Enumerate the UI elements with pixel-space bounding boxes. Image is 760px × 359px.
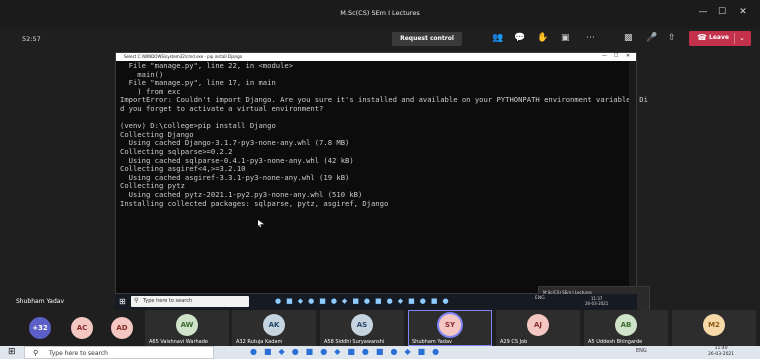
maximize-button[interactable]: ☐: [713, 7, 731, 17]
participant-tile[interactable]: AB A5 Uddesh Bhingarde: [584, 310, 668, 346]
chat-icon[interactable]: 💬: [514, 33, 525, 43]
shared-clock: 11:37 26-03-2021: [585, 296, 608, 306]
avatar[interactable]: +32: [29, 317, 51, 339]
mic-off-icon[interactable]: 🎤: [646, 33, 657, 43]
people-icon[interactable]: 👥: [492, 33, 503, 43]
shared-tray-language: ENG: [535, 296, 545, 301]
participant-tile[interactable]: AJ A29 CS Job: [496, 310, 580, 346]
avatar[interactable]: AD: [111, 317, 133, 339]
request-control-button[interactable]: Request control: [392, 32, 462, 46]
participant-tile[interactable]: M2: [672, 310, 756, 346]
participant-tile[interactable]: AS A58 Siddhi Suryawanshi: [320, 310, 404, 346]
participant-tile[interactable]: AK A32 Rutuja Kadam: [232, 310, 316, 346]
meeting-toolbar: 52:57 Request control 👥 💬 ✋ ▣ ⋯ ▩ 🎤 ⇧ ☎ …: [0, 28, 760, 52]
cmd-close-icon[interactable]: ✕: [626, 53, 630, 59]
phone-icon: ☎: [697, 33, 707, 42]
cmd-output: File "manage.py", line 22, in <module> m…: [120, 61, 648, 208]
host-search-box[interactable]: ⚲ Type here to search: [24, 346, 214, 359]
cmd-line: Using cached asgiref-3.3.1-py3-none-any.…: [120, 172, 350, 182]
cmd-line: File "manage.py", line 22, in <module>: [120, 61, 294, 70]
close-button[interactable]: ✕: [734, 7, 752, 17]
shared-search-box[interactable]: ⚲ Type here to search: [131, 296, 249, 307]
host-app-icons[interactable]: ●■◆●■●◆■●■●◆■●: [250, 347, 446, 356]
host-clock: 11:40 26-03-2021: [708, 346, 734, 358]
cmd-titlebar: Select C:\WINDOWS\system32\cmd.exe - pip…: [116, 53, 636, 61]
cmd-line: File "manage.py", line 17, in main: [120, 78, 276, 88]
avatar: AB: [615, 314, 637, 336]
share-icon[interactable]: ⇧: [668, 33, 676, 43]
presenter-name: Shubham Yadav: [16, 298, 65, 305]
participant-name: A65 Vaishnavi Warhade: [149, 339, 208, 345]
search-icon: ⚲: [134, 297, 139, 304]
avatar: SY: [439, 314, 461, 336]
avatar: AS: [351, 314, 373, 336]
cmd-maximize-icon[interactable]: ☐: [614, 53, 618, 59]
participant-name: A29 CS Job: [500, 339, 528, 345]
leave-button[interactable]: ☎ Leave ⌄: [689, 31, 751, 46]
windows-start-icon[interactable]: ⊞: [8, 347, 16, 357]
participant-tile[interactable]: SY Shubham Yadav: [408, 310, 492, 346]
participant-gallery: +32 AC AD AW A65 Vaishnavi Warhade AK A32 Rutu…: [0, 310, 760, 346]
minimize-button[interactable]: —: [694, 7, 712, 17]
window-titlebar: M.Sc(CS) SEm I Lectures — ☐ ✕: [0, 0, 760, 28]
host-tray-language: ENG: [636, 348, 647, 354]
participant-name: A5 Uddesh Bhingarde: [588, 339, 643, 345]
shared-taskbar: ⊞ ⚲ Type here to search ●■◆●■●◆■●■●◆■●■●…: [115, 294, 637, 310]
cmd-title: Select C:\WINDOWS\system32\cmd.exe - pip…: [124, 54, 243, 59]
camera-off-icon[interactable]: ▩: [624, 33, 633, 43]
divider: [734, 33, 735, 44]
avatar: AJ: [527, 314, 549, 336]
rooms-icon[interactable]: ▣: [561, 33, 570, 43]
shared-search-placeholder: Type here to search: [143, 298, 193, 304]
cmd-minimize-icon[interactable]: —: [602, 53, 607, 59]
cmd-scrollbar[interactable]: [629, 61, 636, 293]
avatar: AW: [176, 314, 198, 336]
more-icon[interactable]: ⋯: [586, 33, 595, 43]
chevron-down-icon[interactable]: ⌄: [739, 34, 745, 42]
avatar: M2: [703, 314, 725, 336]
shared-screen: Select C:\WINDOWS\system32\cmd.exe - pip…: [0, 52, 760, 338]
windows-start-icon[interactable]: ⊞: [119, 297, 126, 306]
search-icon: ⚲: [33, 349, 39, 357]
cmd-line: (venv) D:\college>pip install Django: [120, 121, 276, 131]
participant-name: A32 Rutuja Kadam: [236, 339, 283, 345]
meeting-timer: 52:57: [22, 35, 41, 43]
host-taskbar: ⊞ ⚲ Type here to search ●■◆●■●◆■●■●◆■● E…: [0, 346, 760, 359]
participant-name: A58 Siddhi Suryawanshi: [324, 339, 385, 345]
leave-label: Leave: [709, 34, 729, 41]
cmd-window[interactable]: Select C:\WINDOWS\system32\cmd.exe - pip…: [115, 52, 648, 294]
host-search-placeholder: Type here to search: [49, 350, 108, 357]
taskbar-app-icons[interactable]: ●■◆●■●◆■●■●◆■●■●: [275, 297, 454, 305]
participant-name: Shubham Yadav: [412, 339, 453, 345]
reactions-icon[interactable]: ✋: [537, 33, 548, 43]
host-date: 26-03-2021: [708, 352, 735, 357]
avatar: AK: [263, 314, 285, 336]
avatar[interactable]: AC: [71, 317, 93, 339]
cmd-line: Installing collected packages: sqlparse,…: [120, 198, 389, 208]
participant-tile[interactable]: AW A65 Vaishnavi Warhade: [145, 310, 229, 346]
cmd-line: d you forget to activate a virtual envir…: [120, 103, 324, 113]
shared-date: 26-03-2021: [585, 301, 609, 306]
window-title: M.Sc(CS) SEm I Lectures: [340, 9, 420, 17]
